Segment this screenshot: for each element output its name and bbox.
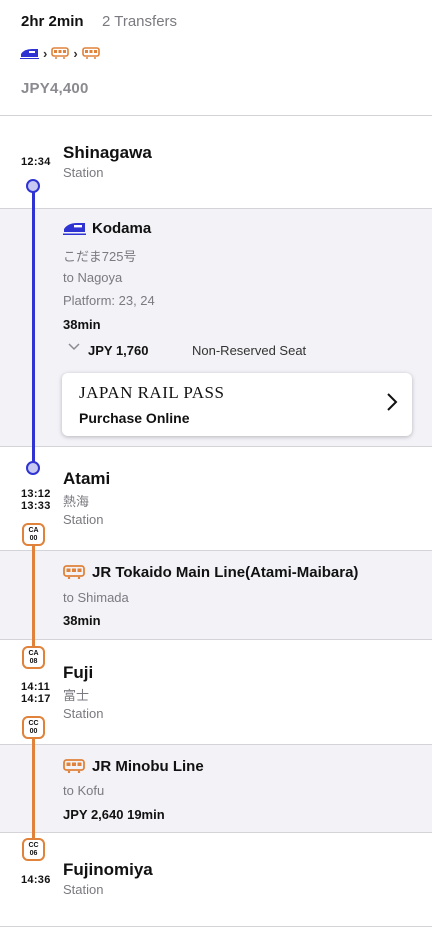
station-name-kanji: 熱海: [63, 494, 90, 509]
leg-duration: 38min: [63, 613, 101, 628]
train-icon: [63, 565, 85, 579]
train-name: こだま725号: [63, 249, 137, 264]
shinkansen-route-line: [32, 186, 35, 468]
timeline-dot: [26, 179, 40, 193]
train-icon: [51, 47, 70, 59]
chevron-right-icon: ›: [43, 45, 48, 61]
jr-pass-logo: JAPAN RAIL PASS: [79, 383, 225, 402]
line-name: Kodama: [92, 220, 152, 237]
transfer-count: 2 Transfers: [102, 13, 178, 30]
total-duration: 2hr 2min: [21, 13, 84, 30]
station-name-kanji: 富士: [63, 688, 90, 703]
station-code-badge: CC 06: [22, 838, 45, 861]
station-name[interactable]: Fuji: [63, 663, 93, 683]
chevron-down-icon: [68, 343, 80, 351]
station-name[interactable]: Fujinomiya: [63, 860, 153, 880]
shinkansen-icon: [63, 223, 86, 235]
line-name: JR Minobu Line: [92, 758, 204, 775]
purchase-online-link[interactable]: Purchase Online: [79, 410, 189, 426]
leg-fare-duration: JPY 2,640 19min: [63, 807, 165, 822]
shinkansen-icon: [20, 48, 39, 59]
route-summary[interactable]: 2hr 2min 2 Transfers › › JPY4,400: [0, 0, 432, 116]
train-icon: [81, 47, 100, 59]
timeline-dot: [26, 461, 40, 475]
station-name[interactable]: Atami: [63, 469, 110, 489]
train-direction: to Kofu: [63, 783, 105, 798]
leg-fare[interactable]: JPY 1,760: [88, 343, 148, 358]
local-route-line: [32, 737, 35, 849]
station-code-badge: CA 00: [22, 523, 45, 546]
station-type: Station: [63, 165, 104, 180]
jr-pass-card[interactable]: JAPAN RAIL PASS Purchase Online: [62, 373, 412, 436]
station-code-badge: CC 00: [22, 716, 45, 739]
station-type: Station: [63, 882, 104, 897]
platform-info: Platform: 23, 24: [63, 293, 155, 308]
local-route-line: [32, 543, 35, 655]
total-fare: JPY4,400: [21, 80, 89, 97]
route-icons: › ›: [20, 45, 100, 61]
station-code-badge: CA 08: [22, 646, 45, 669]
line-name: JR Tokaido Main Line(Atami-Maibara): [92, 564, 359, 581]
train-direction: to Shimada: [63, 590, 129, 605]
train-icon: [63, 759, 85, 773]
chevron-right-icon: [387, 393, 398, 411]
station-name[interactable]: Shinagawa: [63, 143, 152, 163]
leg-duration: 38min: [63, 317, 101, 332]
divider: [0, 926, 432, 927]
station-type: Station: [63, 706, 104, 721]
station-type: Station: [63, 512, 104, 527]
train-direction: to Nagoya: [63, 270, 123, 285]
chevron-right-icon: ›: [73, 45, 78, 61]
seat-type: Non-Reserved Seat: [192, 343, 307, 358]
fare-dropdown[interactable]: [68, 343, 80, 351]
